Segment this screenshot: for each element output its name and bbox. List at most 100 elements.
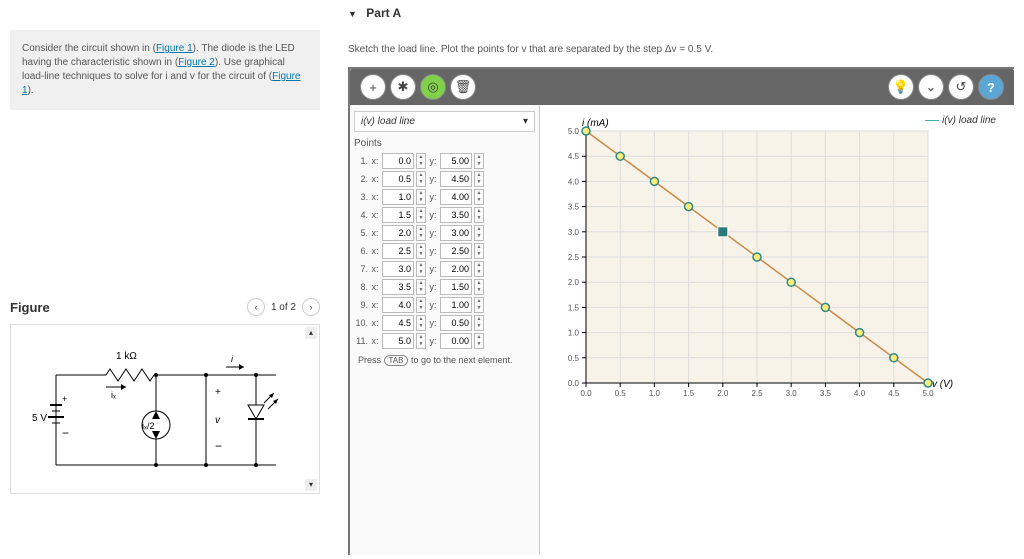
svg-text:4.0: 4.0	[854, 389, 866, 398]
point-y-input[interactable]	[440, 297, 472, 313]
point-row: 5.x:▲▼y:▲▼	[354, 225, 535, 241]
add-point-button[interactable]: +	[360, 74, 386, 100]
chevron-down-icon: ▾	[523, 116, 528, 127]
point-y-input[interactable]	[440, 279, 472, 295]
plot-chart[interactable]: 0.00.51.01.52.02.53.03.54.04.55.00.00.51…	[548, 113, 958, 413]
svg-text:v (V): v (V)	[932, 379, 953, 390]
points-label: Points	[354, 136, 535, 151]
point-y-input[interactable]	[440, 171, 472, 187]
svg-text:iₓ/2: iₓ/2	[142, 421, 154, 431]
point-y-input[interactable]	[440, 315, 472, 331]
point-row: 6.x:▲▼y:▲▼	[354, 243, 535, 259]
y-spinner[interactable]: ▲▼	[474, 297, 484, 313]
point-row: 3.x:▲▼y:▲▼	[354, 189, 535, 205]
point-y-input[interactable]	[440, 333, 472, 349]
link-figure-1[interactable]: Figure 1	[156, 43, 193, 54]
x-spinner[interactable]: ▲▼	[416, 243, 426, 259]
svg-text:1.5: 1.5	[683, 389, 695, 398]
x-spinner[interactable]: ▲▼	[416, 297, 426, 313]
figure-title: Figure	[10, 300, 50, 315]
point-x-input[interactable]	[382, 261, 414, 277]
expand-button[interactable]: ⌄	[918, 74, 944, 100]
point-y-input[interactable]	[440, 243, 472, 259]
svg-text:1.0: 1.0	[649, 389, 661, 398]
tab-hint: Press TAB to go to the next element.	[354, 355, 535, 366]
plot-legend: i(v) load line	[925, 115, 996, 126]
y-spinner[interactable]: ▲▼	[474, 207, 484, 223]
pager-prev-button[interactable]: ‹	[247, 298, 265, 316]
point-x-input[interactable]	[382, 315, 414, 331]
svg-text:0.5: 0.5	[568, 354, 580, 363]
scroll-up-button[interactable]: ▴	[305, 327, 317, 339]
series-dropdown[interactable]: i(v) load line▾	[354, 111, 535, 132]
point-x-input[interactable]	[382, 243, 414, 259]
svg-text:v: v	[215, 415, 221, 426]
x-spinner[interactable]: ▲▼	[416, 153, 426, 169]
reset-button[interactable]: ↺	[948, 74, 974, 100]
svg-text:2.5: 2.5	[568, 253, 580, 262]
svg-text:5.0: 5.0	[568, 127, 580, 136]
svg-text:−: −	[215, 439, 222, 453]
svg-text:5 V: 5 V	[32, 413, 47, 424]
svg-text:−: −	[62, 426, 69, 440]
hint-button[interactable]: 💡	[888, 74, 914, 100]
point-y-input[interactable]	[440, 153, 472, 169]
y-spinner[interactable]: ▲▼	[474, 333, 484, 349]
y-spinner[interactable]: ▲▼	[474, 243, 484, 259]
svg-text:3.5: 3.5	[820, 389, 832, 398]
x-spinner[interactable]: ▲▼	[416, 315, 426, 331]
point-row: 10.x:▲▼y:▲▼	[354, 315, 535, 331]
x-spinner[interactable]: ▲▼	[416, 207, 426, 223]
svg-text:i: i	[231, 354, 234, 364]
y-spinner[interactable]: ▲▼	[474, 315, 484, 331]
pager-label: 1 of 2	[271, 302, 296, 313]
point-row: 2.x:▲▼y:▲▼	[354, 171, 535, 187]
y-spinner[interactable]: ▲▼	[474, 225, 484, 241]
problem-statement: Consider the circuit shown in (Figure 1)…	[10, 30, 320, 110]
point-row: 11.x:▲▼y:▲▼	[354, 333, 535, 349]
y-spinner[interactable]: ▲▼	[474, 171, 484, 187]
point-x-input[interactable]	[382, 297, 414, 313]
x-spinner[interactable]: ▲▼	[416, 333, 426, 349]
point-x-input[interactable]	[382, 171, 414, 187]
point-x-input[interactable]	[382, 153, 414, 169]
y-spinner[interactable]: ▲▼	[474, 189, 484, 205]
point-row: 4.x:▲▼y:▲▼	[354, 207, 535, 223]
delete-button[interactable]: 🗑	[450, 74, 476, 100]
instruction-text: Sketch the load line. Plot the points fo…	[348, 44, 1014, 55]
svg-text:0.0: 0.0	[568, 379, 580, 388]
scroll-down-button[interactable]: ▾	[305, 479, 317, 491]
point-x-input[interactable]	[382, 225, 414, 241]
link-figure-2[interactable]: Figure 2	[178, 57, 215, 68]
svg-text:2.0: 2.0	[717, 389, 729, 398]
point-row: 9.x:▲▼y:▲▼	[354, 297, 535, 313]
circuit-diagram: 5 V + − 1 kΩ iₓ/2 iₓ	[26, 345, 306, 485]
x-spinner[interactable]: ▲▼	[416, 189, 426, 205]
point-y-input[interactable]	[440, 261, 472, 277]
point-y-input[interactable]	[440, 225, 472, 241]
point-x-input[interactable]	[382, 279, 414, 295]
no-point-button[interactable]: ✱	[390, 74, 416, 100]
svg-text:+: +	[62, 394, 67, 404]
point-x-input[interactable]	[382, 207, 414, 223]
y-spinner[interactable]: ▲▼	[474, 153, 484, 169]
x-spinner[interactable]: ▲▼	[416, 171, 426, 187]
x-spinner[interactable]: ▲▼	[416, 225, 426, 241]
point-y-input[interactable]	[440, 207, 472, 223]
point-x-input[interactable]	[382, 189, 414, 205]
pager-next-button[interactable]: ›	[302, 298, 320, 316]
part-header[interactable]: ▼ Part A	[348, 0, 1014, 26]
svg-text:5.0: 5.0	[922, 389, 934, 398]
svg-text:4.5: 4.5	[888, 389, 900, 398]
help-button[interactable]: ?	[978, 74, 1004, 100]
target-button[interactable]: ◎	[420, 74, 446, 100]
x-spinner[interactable]: ▲▼	[416, 261, 426, 277]
point-x-input[interactable]	[382, 333, 414, 349]
svg-text:4.0: 4.0	[568, 177, 580, 186]
point-y-input[interactable]	[440, 189, 472, 205]
x-spinner[interactable]: ▲▼	[416, 279, 426, 295]
plot-panel[interactable]: i(v) load line 0.00.51.01.52.02.53.03.54…	[540, 105, 1014, 555]
svg-text:1 kΩ: 1 kΩ	[116, 351, 137, 362]
y-spinner[interactable]: ▲▼	[474, 279, 484, 295]
y-spinner[interactable]: ▲▼	[474, 261, 484, 277]
